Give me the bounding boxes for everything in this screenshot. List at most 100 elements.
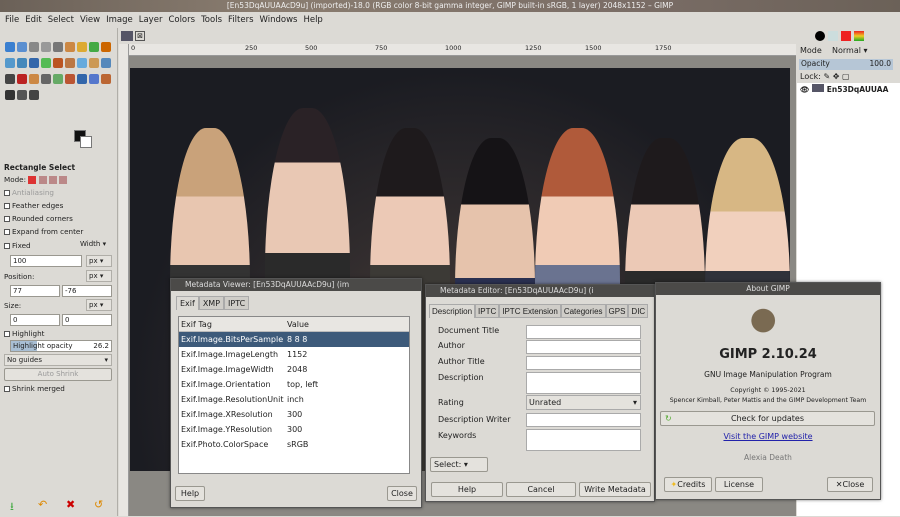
delete-options-icon[interactable]: ✖ [66, 498, 75, 511]
fonts-tab-icon[interactable] [841, 31, 851, 41]
menu-layer[interactable]: Layer [139, 12, 163, 28]
layer-row[interactable]: 👁 En53DqAUUAA [797, 83, 900, 97]
tool-icon[interactable] [89, 58, 99, 68]
license-button[interactable]: License [715, 477, 763, 492]
position-x-input[interactable]: 77 [10, 285, 60, 297]
tool-icon[interactable] [5, 74, 15, 84]
tab-iptc[interactable]: IPTC [224, 296, 250, 310]
tool-icon[interactable] [5, 42, 15, 52]
guides-dropdown[interactable]: No guides ▾ [4, 354, 112, 366]
auto-shrink-button[interactable]: Auto Shrink [4, 368, 112, 381]
antialiasing-checkbox[interactable]: Antialiasing [4, 188, 54, 197]
table-row[interactable]: Exif.Image.Orientation top, left [179, 377, 409, 392]
highlight-checkbox[interactable]: Highlight [4, 329, 44, 338]
tool-icon[interactable] [41, 58, 51, 68]
close-tab-icon[interactable]: ⊠ [135, 31, 145, 41]
table-row[interactable]: Exif.Image.XResolution 300 [179, 407, 409, 422]
document-title-input[interactable] [526, 325, 641, 339]
credits-button[interactable]: ✦Credits [664, 477, 712, 492]
layer-mode-dropdown[interactable]: Normal ▾ [832, 46, 868, 55]
table-row[interactable]: Exif.Image.BitsPerSample 8 8 8 [179, 332, 409, 347]
tool-icon[interactable] [29, 42, 39, 52]
tab-iptc[interactable]: IPTC [475, 304, 500, 318]
author-title-input[interactable] [526, 356, 641, 370]
fixed-unit-dropdown[interactable]: px ▾ [86, 255, 112, 267]
tool-icon[interactable] [41, 74, 51, 84]
tool-icon[interactable] [65, 58, 75, 68]
write-metadata-button[interactable]: Write Metadata [579, 482, 651, 497]
bg-color-swatch[interactable] [80, 136, 92, 148]
menu-help[interactable]: Help [303, 12, 322, 28]
fixed-value-input[interactable]: 100 [10, 255, 82, 267]
tab-dicom[interactable]: DIC [628, 304, 649, 318]
menu-filters[interactable]: Filters [228, 12, 253, 28]
menu-edit[interactable]: Edit [25, 12, 41, 28]
tool-icon[interactable] [41, 42, 51, 52]
fixed-checkbox[interactable]: Fixed [4, 241, 31, 250]
tool-icon[interactable] [101, 42, 111, 52]
keywords-input[interactable] [526, 429, 641, 451]
table-row[interactable]: Exif.Image.ImageWidth 2048 [179, 362, 409, 377]
help-button[interactable]: Help [175, 486, 205, 501]
tool-icon[interactable] [17, 90, 27, 100]
menu-image[interactable]: Image [106, 12, 133, 28]
select-dropdown[interactable]: Select: ▾ [430, 457, 488, 472]
tool-icon[interactable] [77, 42, 87, 52]
restore-options-icon[interactable]: ↶ [38, 498, 47, 511]
tool-icon[interactable] [77, 58, 87, 68]
mode-subtract-icon[interactable] [48, 176, 57, 184]
tool-icon[interactable] [29, 90, 39, 100]
menu-file[interactable]: File [5, 12, 19, 28]
position-unit-dropdown[interactable]: px ▾ [86, 270, 112, 282]
tool-icon[interactable] [89, 42, 99, 52]
size-unit-dropdown[interactable]: px ▾ [86, 299, 112, 311]
tool-icon[interactable] [17, 74, 27, 84]
tab-exif[interactable]: Exif [176, 296, 199, 310]
highlight-opacity-slider[interactable]: Highlight opacity 26.2 [10, 340, 112, 352]
size-w-input[interactable]: 0 [10, 314, 60, 326]
mode-add-icon[interactable] [38, 176, 47, 184]
tab-gps[interactable]: GPS [605, 304, 629, 318]
vertical-ruler[interactable] [119, 44, 129, 516]
menu-tools[interactable]: Tools [201, 12, 222, 28]
author-input[interactable] [526, 340, 641, 354]
menu-view[interactable]: View [80, 12, 100, 28]
tool-icon[interactable] [101, 58, 111, 68]
check-updates-button[interactable]: ↻ Check for updates [660, 411, 875, 426]
image-tab-thumbnail[interactable] [121, 31, 133, 41]
tab-xmp[interactable]: XMP [198, 296, 225, 310]
website-link[interactable]: Visit the GIMP website [656, 432, 880, 441]
table-row[interactable]: Exif.Image.ImageLength 1152 [179, 347, 409, 362]
position-y-input[interactable]: -76 [62, 285, 112, 297]
tab-description[interactable]: Description [429, 304, 476, 318]
tool-icon[interactable] [53, 42, 63, 52]
save-options-icon[interactable]: ⭳ [10, 498, 14, 517]
expand-checkbox[interactable]: Expand from center [4, 227, 83, 236]
rounded-checkbox[interactable]: Rounded corners [4, 214, 73, 223]
tool-icon[interactable] [17, 42, 27, 52]
tool-icon[interactable] [101, 74, 111, 84]
tool-icon[interactable] [77, 74, 87, 84]
tool-icon[interactable] [17, 58, 27, 68]
mode-replace-icon[interactable] [28, 176, 37, 184]
description-writer-input[interactable] [526, 413, 641, 427]
patterns-tab-icon[interactable] [828, 31, 838, 41]
menu-colors[interactable]: Colors [168, 12, 195, 28]
tool-icon[interactable] [29, 74, 39, 84]
menu-select[interactable]: Select [48, 12, 74, 28]
table-row[interactable]: Exif.Image.ResolutionUnit inch [179, 392, 409, 407]
help-button[interactable]: Help [431, 482, 503, 497]
rating-dropdown[interactable]: Unrated ▾ [526, 395, 641, 410]
reset-options-icon[interactable]: ↺ [94, 498, 103, 511]
close-button[interactable]: Close [387, 486, 417, 501]
tool-icon[interactable] [5, 58, 15, 68]
close-button[interactable]: ✕Close [827, 477, 873, 492]
brushes-tab-icon[interactable] [815, 31, 825, 41]
horizontal-ruler[interactable]: 0 250 500 750 1000 1250 1500 1750 [129, 44, 796, 56]
mode-intersect-icon[interactable] [59, 176, 68, 184]
table-row[interactable]: Exif.Image.YResolution 300 [179, 422, 409, 437]
tool-icon[interactable] [5, 90, 15, 100]
tool-icon[interactable] [65, 42, 75, 52]
size-h-input[interactable]: 0 [62, 314, 112, 326]
opacity-slider[interactable]: Opacity 100.0 [799, 59, 893, 70]
